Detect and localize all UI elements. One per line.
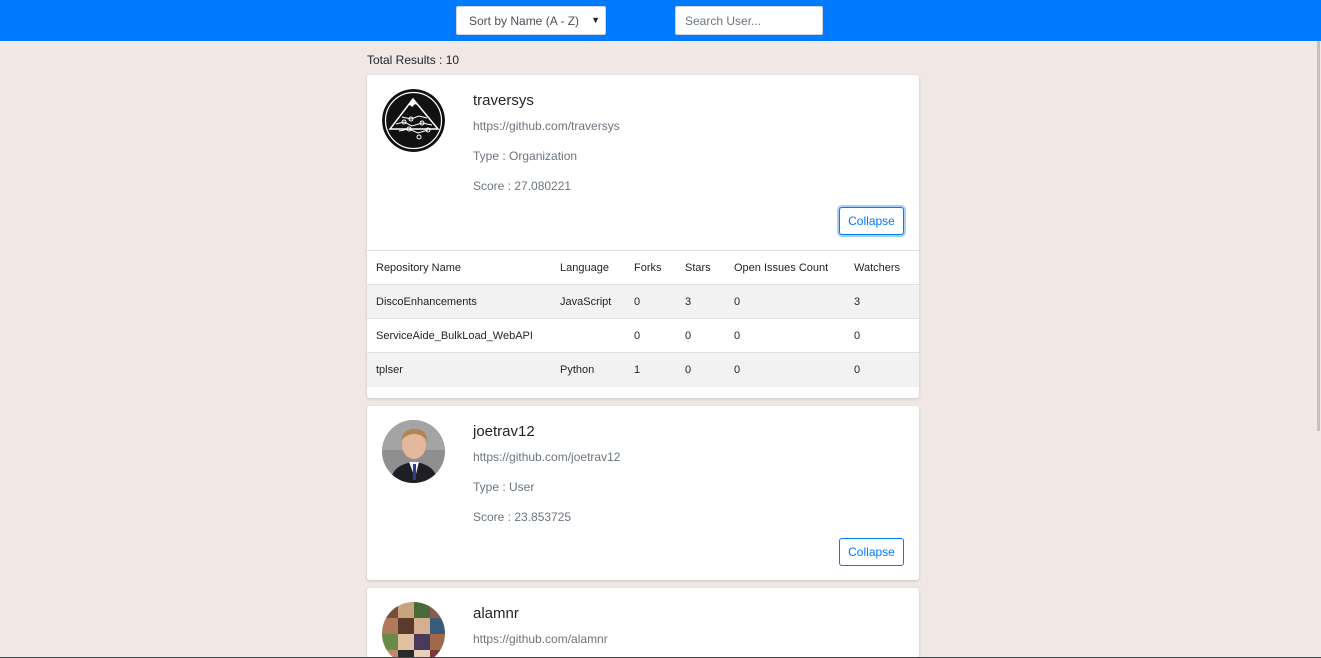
scrollbar[interactable]	[1316, 41, 1321, 658]
column-header: Open Issues Count	[725, 250, 845, 285]
table-cell: 3	[676, 284, 725, 319]
repositories-table: Repository Name Language Forks Stars Ope…	[367, 250, 919, 387]
sort-select[interactable]: Sort by Name (A - Z) ▼	[456, 6, 606, 35]
table-cell: 0	[845, 318, 919, 353]
mountain-logo-icon	[382, 89, 445, 152]
table-row: tplser Python 1 0 0 0	[367, 352, 919, 387]
user-name: alamnr	[473, 605, 519, 622]
user-score: Score : 23.853725	[473, 510, 572, 524]
person-photo-icon	[382, 420, 445, 483]
table-cell: 3	[845, 284, 919, 319]
user-name: traversys	[473, 92, 534, 109]
table-cell: ServiceAide_BulkLoad_WebAPI	[367, 318, 551, 353]
sort-select-label: Sort by Name (A - Z)	[469, 14, 580, 28]
table-cell: 0	[725, 318, 845, 353]
avatar	[382, 89, 445, 152]
scrollbar-thumb[interactable]	[1317, 41, 1320, 431]
user-score: Score : 27.080221	[473, 179, 572, 193]
avatar	[382, 420, 445, 483]
collapse-button[interactable]: Collapse	[839, 207, 904, 235]
column-header: Watchers	[845, 250, 919, 285]
column-header: Language	[551, 250, 625, 285]
table-cell: DiscoEnhancements	[367, 284, 551, 319]
table-cell: JavaScript	[551, 284, 625, 319]
user-type: Type : User	[473, 480, 535, 494]
table-cell: 0	[725, 284, 845, 319]
avatar	[382, 602, 445, 658]
user-card: traversys https://github.com/traversys T…	[367, 75, 919, 398]
table-cell: tplser	[367, 352, 551, 387]
table-cell: 1	[625, 352, 676, 387]
table-cell: Python	[551, 352, 625, 387]
total-results: Total Results : 10	[367, 53, 460, 67]
user-url[interactable]: https://github.com/alamnr	[473, 632, 608, 646]
search-user-input[interactable]	[675, 6, 823, 35]
user-card: joetrav12 https://github.com/joetrav12 T…	[367, 406, 919, 580]
table-row: DiscoEnhancements JavaScript 0 3 0 3	[367, 284, 919, 319]
user-type: Type : Organization	[473, 149, 578, 163]
column-header: Repository Name	[367, 250, 551, 285]
chevron-down-icon: ▼	[591, 15, 600, 25]
table-cell: 0	[625, 284, 676, 319]
column-header: Forks	[625, 250, 676, 285]
table-row: ServiceAide_BulkLoad_WebAPI 0 0 0 0	[367, 318, 919, 353]
user-url[interactable]: https://github.com/joetrav12	[473, 450, 620, 464]
table-cell: 0	[625, 318, 676, 353]
table-cell: 0	[676, 318, 725, 353]
collapse-button[interactable]: Collapse	[839, 538, 904, 566]
top-bar: Sort by Name (A - Z) ▼	[0, 0, 1321, 41]
table-cell	[551, 318, 625, 353]
user-url[interactable]: https://github.com/traversys	[473, 119, 620, 133]
table-cell: 0	[845, 352, 919, 387]
table-cell: 0	[676, 352, 725, 387]
photo-collage-icon	[382, 602, 445, 658]
table-cell: 0	[725, 352, 845, 387]
user-card: alamnr https://github.com/alamnr	[367, 588, 919, 658]
user-name: joetrav12	[473, 423, 535, 440]
column-header: Stars	[676, 250, 725, 285]
